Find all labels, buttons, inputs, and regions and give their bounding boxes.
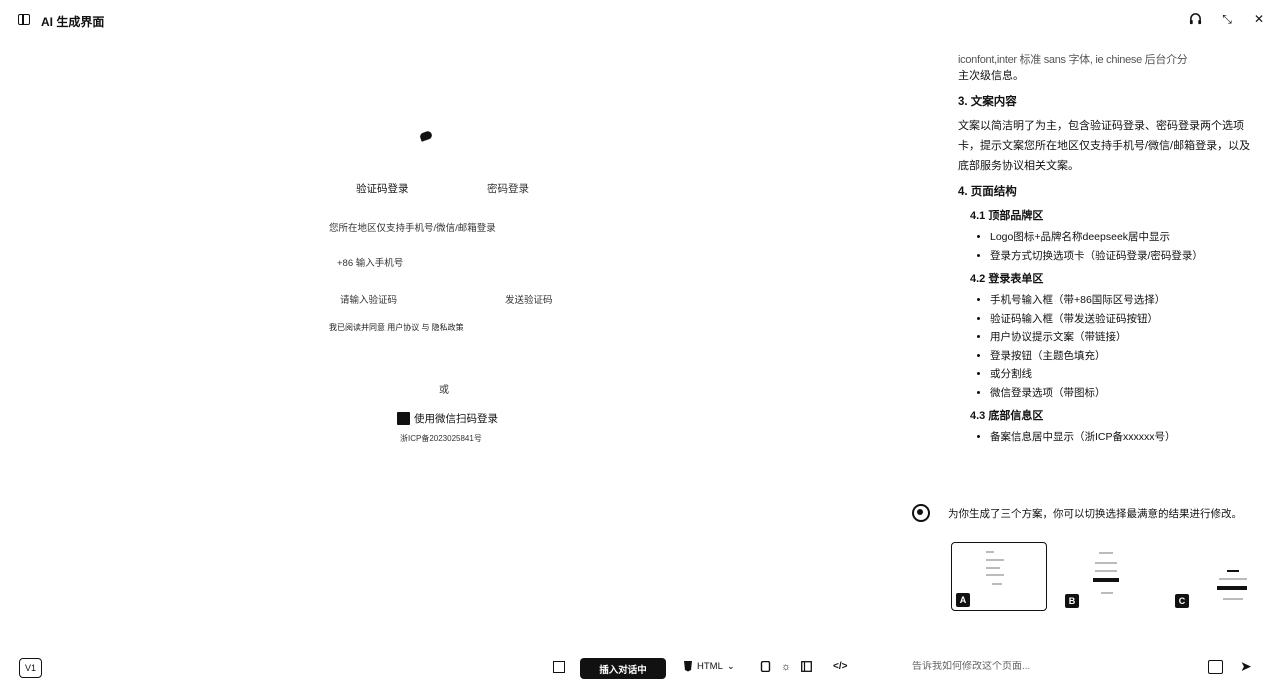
- thumb-line: [986, 567, 1000, 569]
- window-controls: ⤡ ✕: [1188, 12, 1266, 26]
- section-4-3-title: 4.3 底部信息区: [970, 410, 1044, 422]
- section-4-2-list: 手机号输入框（带+86国际区号选择） 验证码输入框（带发送验证码按钮） 用户协议…: [990, 291, 1258, 402]
- list-item: 备案信息居中显示（浙ICP备xxxxxx号）: [990, 428, 1258, 447]
- headset-icon[interactable]: [1188, 12, 1202, 26]
- thumb-label: C: [1175, 594, 1189, 608]
- code-view-icon[interactable]: </>: [833, 661, 847, 672]
- wechat-icon: [397, 412, 410, 425]
- list-item: Logo图标+品牌名称deepseek居中显示: [990, 228, 1258, 247]
- mobile-view-icon[interactable]: [760, 661, 771, 672]
- tab-password-login[interactable]: 密码登录: [487, 181, 529, 196]
- reply-text: 为你生成了三个方案，你可以切换选择最满意的结果进行修改。: [948, 507, 1242, 520]
- region-hint: 您所在地区仅支持手机号/微信/邮箱登录: [329, 223, 496, 234]
- phone-input[interactable]: +86 输入手机号: [337, 255, 403, 269]
- insert-to-chat-button[interactable]: 插入对话中: [580, 658, 666, 679]
- thumb-line: [986, 574, 1004, 576]
- variant-thumbnail-b[interactable]: B: [1061, 542, 1157, 611]
- assistant-avatar-icon: [912, 504, 930, 522]
- thumb-button: [1093, 578, 1119, 582]
- chat-panel: iconfont,inter 标准 sans 字体, ie chinese 后台…: [912, 40, 1270, 650]
- icp-record: 浙ICP备2023025841号: [400, 434, 482, 443]
- section-4-title: 4. 页面结构: [958, 186, 1017, 198]
- html5-icon: [684, 661, 692, 672]
- tab-code-login[interactable]: 验证码登录: [356, 181, 409, 196]
- design-spec: iconfont,inter 标准 sans 字体, ie chinese 后台…: [958, 50, 1258, 447]
- variant-thumbnail-a[interactable]: A: [951, 542, 1047, 611]
- send-icon[interactable]: ➤: [1240, 658, 1252, 675]
- chat-input[interactable]: [912, 661, 1092, 672]
- theme-icon[interactable]: ☼: [781, 661, 791, 673]
- wechat-login-button[interactable]: 使用微信扫码登录: [397, 411, 498, 426]
- view-tools: ☼: [760, 661, 813, 673]
- desktop-view-icon[interactable]: [801, 661, 813, 672]
- section-4-3-list: 备案信息居中显示（浙ICP备xxxxxx号）: [990, 428, 1258, 447]
- title-bar: AI 生成界面 ⤡ ✕: [0, 0, 1280, 40]
- section-4-1-list: Logo图标+品牌名称deepseek居中显示 登录方式切换选项卡（验证码登录/…: [990, 228, 1258, 265]
- fullscreen-icon[interactable]: [553, 661, 565, 673]
- spec-cut-line-2: 主次级信息。: [958, 70, 1024, 82]
- thumb-line: [1095, 562, 1117, 564]
- thumb-line: [1095, 570, 1117, 572]
- wechat-login-label: 使用微信扫码登录: [414, 413, 498, 425]
- section-3-title: 3. 文案内容: [958, 96, 1017, 108]
- image-upload-icon[interactable]: [1208, 660, 1223, 674]
- thumb-line: [986, 559, 1004, 561]
- chevron-down-icon: ⌄: [726, 661, 735, 672]
- window-title: AI 生成界面: [41, 15, 105, 29]
- sidebar-toggle-icon[interactable]: [18, 14, 30, 25]
- agreement-text[interactable]: 我已阅读并同意 用户协议 与 隐私政策: [329, 322, 464, 333]
- format-select[interactable]: HTML ⌄: [683, 661, 735, 672]
- shrink-icon[interactable]: ⤡: [1220, 12, 1234, 26]
- thumb-line: [1223, 598, 1243, 600]
- preview-canvas: 验证码登录 密码登录 您所在地区仅支持手机号/微信/邮箱登录 +86 输入手机号…: [0, 40, 890, 650]
- thumb-label: A: [956, 593, 970, 607]
- list-item: 微信登录选项（带图标）: [990, 384, 1258, 403]
- thumb-line: [986, 551, 994, 553]
- variant-thumbnail-c[interactable]: C: [1171, 542, 1267, 611]
- list-item: 验证码输入框（带发送验证码按钮）: [990, 310, 1258, 329]
- list-item: 用户协议提示文案（带链接）: [990, 328, 1258, 347]
- thumb-label: B: [1065, 594, 1079, 608]
- or-divider: 或: [439, 385, 449, 396]
- send-code-button[interactable]: 发送验证码: [505, 292, 553, 306]
- list-item: 登录按钮（主题色填充）: [990, 347, 1258, 366]
- thumb-line: [1227, 570, 1239, 572]
- section-3-body: 文案以简洁明了为主，包含验证码登录、密码登录两个选项卡，提示文案您所在地区仅支持…: [958, 120, 1251, 172]
- bottom-toolbar: V1 插入对话中 HTML ⌄ ☼ </> ➤: [0, 650, 1280, 699]
- spec-cut-line: iconfont,inter 标准 sans 字体, ie chinese 后台…: [958, 54, 1188, 66]
- list-item: 登录方式切换选项卡（验证码登录/密码登录）: [990, 247, 1258, 266]
- list-item: 或分割线: [990, 365, 1258, 384]
- close-icon[interactable]: ✕: [1252, 12, 1266, 26]
- thumb-button: [1217, 586, 1247, 590]
- section-4-2-title: 4.2 登录表单区: [970, 273, 1044, 285]
- variant-thumbnails: A B C: [951, 542, 1267, 611]
- assistant-reply: 为你生成了三个方案，你可以切换选择最满意的结果进行修改。: [912, 504, 1252, 522]
- code-input[interactable]: 请输入验证码: [340, 292, 397, 306]
- section-4-1-title: 4.1 顶部品牌区: [970, 210, 1044, 222]
- list-item: 手机号输入框（带+86国际区号选择）: [990, 291, 1258, 310]
- thumb-line: [1101, 592, 1113, 594]
- thumb-line: [992, 583, 1002, 585]
- thumb-line: [1099, 552, 1113, 554]
- version-badge[interactable]: V1: [19, 658, 42, 678]
- thumb-line: [1219, 578, 1247, 580]
- brand-logo-icon: [418, 130, 434, 142]
- format-label: HTML: [697, 661, 723, 672]
